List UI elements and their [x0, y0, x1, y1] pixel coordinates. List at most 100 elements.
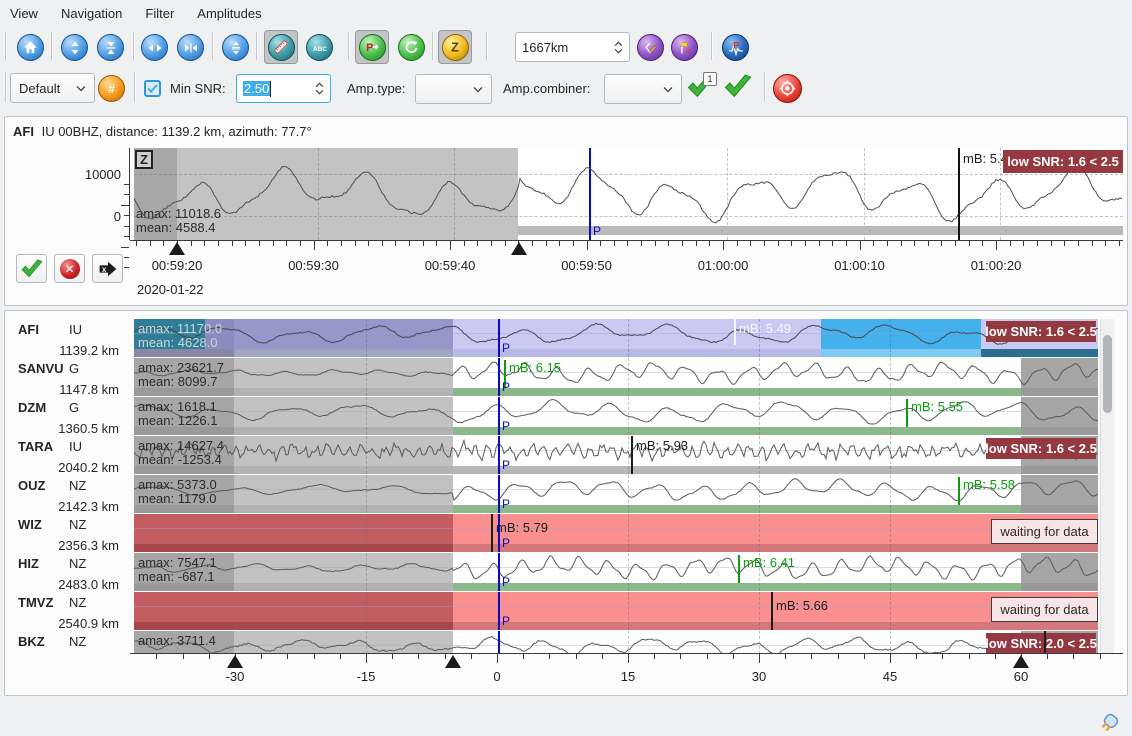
p-phase-marker[interactable]: [589, 148, 591, 240]
chevron-up-icon: [614, 41, 623, 47]
p-wave-apply-button[interactable]: P: [722, 34, 749, 61]
trace-row-TARA[interactable]: amax: 14627.4mean: -1253.4mB: 5.93low SN…: [134, 436, 1098, 474]
connection-status-icon[interactable]: [1097, 709, 1123, 735]
mb-amplitude-marker[interactable]: [631, 436, 633, 474]
trace-row-HIZ[interactable]: amax: 7547.1mean: -687.1mB: 6.41P: [134, 553, 1098, 591]
mb-amplitude-marker[interactable]: [958, 477, 960, 505]
p-phase-marker[interactable]: [498, 358, 500, 396]
trace-row-BKZ[interactable]: amax: 3711.4mB: 6.1low SNR: 2.0 < 2.5P: [134, 631, 1098, 653]
scrollbar-track[interactable]: [1100, 319, 1114, 653]
edit-pencil-icon: [643, 40, 658, 55]
p-phase-marker[interactable]: [498, 553, 500, 591]
station-label-OUZ[interactable]: OUZNZ2142.3 km: [13, 475, 131, 513]
station-label-HIZ[interactable]: HIZNZ2483.0 km: [13, 553, 131, 591]
mb-amplitude-marker[interactable]: [906, 399, 908, 427]
axis-tick: [1078, 241, 1079, 246]
main-trace-area[interactable]: Z amax: 11018.6 mean: 4588.4 P mB: 5.49 …: [134, 148, 1123, 240]
numbering-button[interactable]: #: [98, 75, 125, 102]
mb-amplitude-label: mB: 5.93: [636, 438, 688, 453]
apply-one-button[interactable]: 1: [687, 74, 719, 102]
trace-row-AFI[interactable]: amax: 11170.0mean: 4628.0mB: 5.49low SNR…: [134, 319, 1098, 357]
menu-amplitudes[interactable]: Amplitudes: [197, 6, 261, 21]
p-phase-marker[interactable]: [498, 319, 500, 357]
mb-amplitude-marker[interactable]: [1044, 631, 1046, 653]
home-button[interactable]: [17, 34, 44, 61]
p-phase-marker[interactable]: [498, 436, 500, 474]
spinbox-arrows[interactable]: [315, 82, 324, 95]
network-code: G: [69, 400, 79, 415]
trace-row-OUZ[interactable]: amax: 5373.0mean: 1179.0mB: 5.58P: [134, 475, 1098, 513]
station-label-BKZ[interactable]: BKZNZ: [13, 631, 131, 653]
toolbar-separator: [256, 32, 258, 60]
profile-select[interactable]: Default: [10, 73, 95, 103]
expand-vertical-button[interactable]: [61, 34, 88, 61]
p-phase-marker[interactable]: [498, 514, 500, 552]
station-label-SANVU[interactable]: SANVUG1147.8 km: [13, 358, 131, 396]
mb-amplitude-marker[interactable]: [771, 592, 773, 630]
low-snr-badge: low SNR: 1.6 < 2.5: [1003, 150, 1123, 173]
pick-flag-button[interactable]: P: [671, 34, 698, 61]
export-amplitude-button[interactable]: x: [92, 254, 123, 283]
expand-horizontal-button[interactable]: [141, 34, 168, 61]
amp-type-select[interactable]: [415, 74, 492, 104]
gridline: [759, 397, 760, 435]
p-phase-marker[interactable]: [498, 592, 500, 630]
station-label-WIZ[interactable]: WIZNZ2356.3 km: [13, 514, 131, 552]
gridline: [628, 514, 629, 552]
station-label-AFI[interactable]: AFIIU1139.2 km: [13, 319, 131, 357]
recalculate-target-button[interactable]: [773, 74, 802, 103]
amplitude-scale-button[interactable]: [222, 34, 249, 61]
fit-vertical-button[interactable]: [97, 34, 124, 61]
apply-all-check-icon: [724, 74, 752, 98]
p-phase-marker[interactable]: [498, 631, 500, 653]
station-label-DZM[interactable]: DZMG1360.5 km: [13, 397, 131, 435]
status-strip: [1021, 466, 1098, 474]
time-window-handle[interactable]: [1013, 655, 1029, 668]
fit-horizontal-button[interactable]: [177, 34, 204, 61]
trace-row-SANVU[interactable]: amax: 23621.7mean: 8099.7mB: 6.15P: [134, 358, 1098, 396]
mb-amplitude-marker[interactable]: [738, 555, 740, 583]
axis-tick: [423, 241, 424, 246]
trace-centerline: [134, 450, 1098, 451]
menu-navigation[interactable]: Navigation: [61, 6, 122, 21]
p-phase-marker[interactable]: [498, 475, 500, 513]
svg-text:#: #: [108, 82, 115, 96]
trace-row-WIZ[interactable]: mB: 5.79waiting for dataP: [134, 514, 1098, 552]
amp-combiner-select[interactable]: [604, 74, 682, 104]
p-phase-label: P: [502, 341, 510, 355]
axis-tick: [1105, 241, 1106, 246]
scrollbar-thumb[interactable]: [1103, 335, 1112, 413]
mb-amplitude-marker[interactable]: [958, 148, 960, 240]
min-snr-spinbox[interactable]: 2.50: [236, 74, 331, 103]
distance-range-spinbox[interactable]: 1667km: [515, 32, 630, 62]
reject-amplitude-button[interactable]: ✕: [54, 254, 85, 283]
time-window-handle[interactable]: [445, 655, 461, 668]
time-window-handle[interactable]: [227, 655, 243, 668]
apply-all-button[interactable]: [724, 74, 756, 102]
pick-p-button[interactable]: P: [355, 30, 389, 64]
mb-amplitude-marker[interactable]: [734, 319, 736, 345]
station-label-TARA[interactable]: TARAIU2040.2 km: [13, 436, 131, 474]
axis-tick: [914, 241, 915, 246]
min-snr-checkbox[interactable]: [144, 80, 161, 97]
component-z-button[interactable]: Z: [438, 30, 472, 64]
station-label-TMVZ[interactable]: TMVZNZ2540.9 km: [13, 592, 131, 630]
trace-row-TMVZ[interactable]: mB: 5.66waiting for dataP: [134, 592, 1098, 630]
trace-centerline: [134, 372, 1098, 373]
recompute-amplitudes-button[interactable]: [398, 34, 425, 61]
menu-view[interactable]: View: [10, 6, 38, 21]
trace-row-DZM[interactable]: amax: 1618.1mean: 1226.1mB: 5.55P: [134, 397, 1098, 435]
axis-tick: [573, 241, 574, 246]
time-window-handle[interactable]: [169, 242, 185, 255]
spinbox-arrows[interactable]: [614, 41, 623, 54]
edit-picker-button[interactable]: [637, 34, 664, 61]
status-strip: [453, 505, 1021, 513]
filter-toggle-button[interactable]: [264, 30, 298, 64]
time-window-handle[interactable]: [511, 242, 527, 255]
show-station-ids-button[interactable]: ABC: [306, 34, 333, 61]
p-phase-marker[interactable]: [498, 397, 500, 435]
menu-filter[interactable]: Filter: [145, 6, 174, 21]
accept-amplitude-button[interactable]: [16, 254, 47, 283]
status-strip: [981, 349, 1098, 357]
mb-amplitude-marker[interactable]: [491, 514, 493, 552]
